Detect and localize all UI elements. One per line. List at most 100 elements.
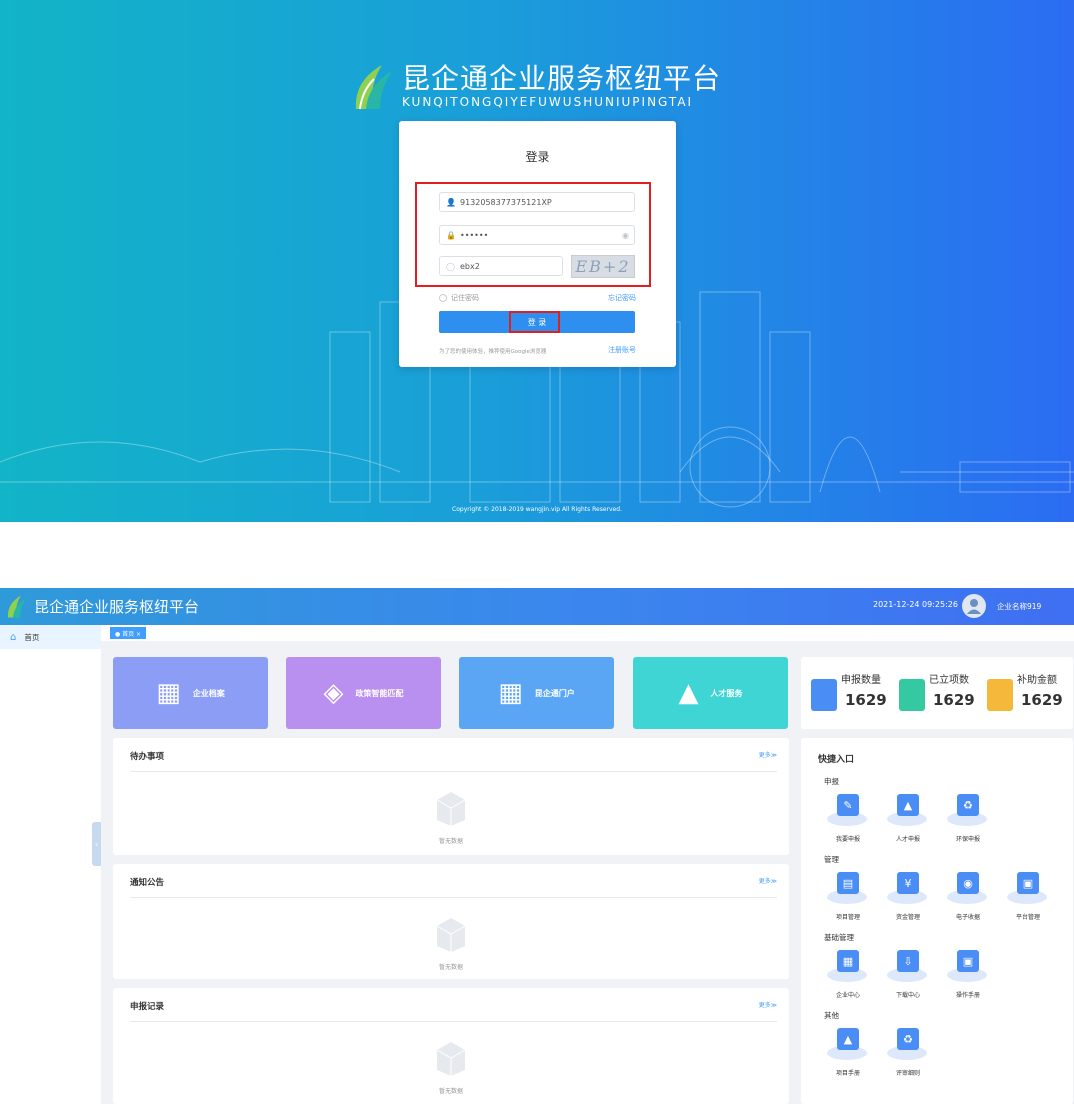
graduation-cap-icon: ▲: [897, 794, 919, 816]
tile-label: 昆企通门户: [534, 688, 575, 698]
sidebar-collapse-button[interactable]: ‹: [92, 822, 101, 866]
tile-policy-match[interactable]: ◈ 政策智能匹配: [286, 657, 441, 729]
stat-label: 已立项数: [929, 675, 969, 686]
more-link[interactable]: 更多≫: [759, 876, 777, 885]
forgot-password-link[interactable]: 忘记密码: [608, 293, 636, 303]
money-icon: ¥: [897, 872, 919, 894]
layers-icon: ◈: [323, 678, 344, 708]
quick-item-manual[interactable]: ▣ 操作手册: [941, 950, 991, 1004]
highlight-login-box: [509, 311, 560, 333]
tile-label: 政策智能匹配: [355, 688, 404, 698]
login-title: 登录: [525, 150, 550, 164]
recycle-icon: ♻: [957, 794, 979, 816]
archive-icon: ▦: [498, 678, 523, 708]
section-label: 管理: [824, 855, 839, 864]
remember-checkbox[interactable]: [439, 294, 447, 302]
quick-item-label: 资金管理: [895, 914, 920, 921]
leaf-logo-icon: [7, 595, 26, 618]
stat-value: 1629: [845, 691, 887, 709]
stat-value: 1629: [1021, 691, 1063, 709]
panel-application-records: 申报记录 更多≫ 暂无数据: [113, 988, 789, 1104]
avatar[interactable]: [962, 594, 986, 618]
quick-item-eco-apply[interactable]: ♻ 环保申报: [941, 794, 991, 848]
quick-item-label: 项目管理: [835, 914, 860, 921]
quick-item-label: 电子收据: [955, 914, 980, 921]
brand: 昆企通企业服务枢纽平台 KUNQITONGQIYEFUWUSHUNIUPINGT…: [352, 60, 721, 112]
quick-item-e-receipt[interactable]: ◉ 电子收据: [941, 872, 991, 926]
leaf-logo-icon: [355, 65, 392, 110]
quick-item-apply[interactable]: ✎ 我要申报: [821, 794, 871, 848]
quick-item-enterprise-center[interactable]: ▦ 企业中心: [821, 950, 871, 1004]
building-icon: ▦: [837, 950, 859, 972]
folder-icon: ▤: [837, 872, 859, 894]
stat-label: 补助金额: [1017, 675, 1057, 686]
graduation-cap-icon: ▲: [678, 678, 699, 708]
quick-item-label: 我要申报: [835, 836, 860, 843]
quick-item-label: 人才申报: [895, 836, 920, 843]
tab-bar: ● 首页 ×: [101, 625, 1074, 641]
section-label: 基础管理: [824, 933, 854, 942]
tile-label: 人才服务: [710, 688, 743, 698]
browser-tip: 为了您的使用体验，推荐使用Google浏览器: [439, 349, 547, 355]
stat-value: 1629: [933, 691, 975, 709]
sidebar-item-label: 首页: [24, 632, 40, 642]
panel-notices: 通知公告 更多≫ 暂无数据: [113, 864, 789, 979]
stats-card: 申报数量 1629 已立项数 1629 补助金额 1629: [801, 657, 1073, 729]
quick-item-project-handbook[interactable]: ▲ 项目手册: [821, 1028, 871, 1082]
coin-icon: [987, 679, 1013, 711]
archive-icon: ▦: [156, 678, 181, 708]
quick-item-project-mgmt[interactable]: ▤ 项目管理: [821, 872, 871, 926]
copyright-text: Copyright © 2018-2019 wangjin.vip All Ri…: [452, 506, 622, 513]
tab-home[interactable]: ● 首页 ×: [110, 627, 147, 639]
receipt-icon: ◉: [957, 872, 979, 894]
quick-item-label: 环保申报: [955, 836, 980, 843]
login-screen: 昆企通企业服务枢纽平台 KUNQITONGQIYEFUWUSHUNIUPINGT…: [0, 0, 1074, 522]
download-icon: ⇩: [897, 950, 919, 972]
remember-label: 记住密码: [451, 294, 479, 302]
empty-text: 暂无数据: [438, 964, 463, 971]
empty-box-icon: [436, 918, 466, 952]
quick-item-fund-mgmt[interactable]: ¥ 资金管理: [881, 872, 931, 926]
highlight-fields-box: [415, 182, 651, 287]
tile-enterprise-archive[interactable]: ▦ 企业档案: [113, 657, 268, 729]
file-icon: [899, 679, 925, 711]
brand-subtitle: KUNQITONGQIYEFUWUSHUNIUPINGTAI: [402, 95, 694, 109]
empty-box-icon: [436, 792, 466, 826]
panel-todo: 待办事项 更多≫ 暂无数据: [113, 738, 789, 855]
company-name[interactable]: 企业名称919: [997, 601, 1041, 612]
divider: [130, 771, 777, 772]
remember-password[interactable]: 记住密码: [439, 293, 479, 303]
tile-talent-service[interactable]: ▲ 人才服务: [633, 657, 788, 729]
quick-item-talent-apply[interactable]: ▲ 人才申报: [881, 794, 931, 848]
stat-subsidy: 补助金额 1629: [981, 671, 1067, 717]
book-icon: ▣: [957, 950, 979, 972]
sidebar-item-home[interactable]: ⌂ 首页: [0, 625, 101, 649]
datetime: 2021-12-24 09:25:26: [873, 600, 958, 609]
brand-title: 昆企通企业服务枢纽平台: [402, 62, 722, 95]
panel-title: 待办事项: [130, 752, 165, 762]
app-title: 昆企通企业服务枢纽平台: [34, 598, 200, 616]
empty-text: 暂无数据: [438, 838, 463, 845]
tile-portal[interactable]: ▦ 昆企通门户: [459, 657, 614, 729]
quick-item-label: 平台管理: [1015, 914, 1040, 921]
recycle-icon: ♻: [897, 1028, 919, 1050]
quick-item-review-rules[interactable]: ♻ 评审细则: [881, 1028, 931, 1082]
sidebar: ⌂ 首页: [0, 625, 101, 1104]
edit-icon: ✎: [837, 794, 859, 816]
quick-item-label: 下载中心: [895, 992, 920, 999]
panel-title: 通知公告: [130, 878, 165, 888]
more-link[interactable]: 更多≫: [759, 1000, 777, 1009]
section-label: 申报: [824, 777, 839, 786]
home-icon: ⌂: [10, 631, 17, 643]
quick-entry-title: 快捷入口: [818, 755, 855, 765]
top-header: 昆企通企业服务枢纽平台 2021-12-24 09:25:26 企业名称919: [0, 588, 1074, 625]
graduation-cap-icon: ▲: [837, 1028, 859, 1050]
quick-item-platform-mgmt[interactable]: ▣ 平台管理: [1001, 872, 1051, 926]
quick-item-label: 项目手册: [835, 1070, 860, 1077]
empty-box-icon: [436, 1042, 466, 1076]
more-link[interactable]: 更多≫: [759, 750, 777, 759]
dashboard-screen: 昆企通企业服务枢纽平台 2021-12-24 09:25:26 企业名称919 …: [0, 588, 1074, 1104]
panel-title: 申报记录: [130, 1002, 165, 1012]
quick-item-download-center[interactable]: ⇩ 下载中心: [881, 950, 931, 1004]
register-link[interactable]: 注册账号: [608, 345, 636, 355]
